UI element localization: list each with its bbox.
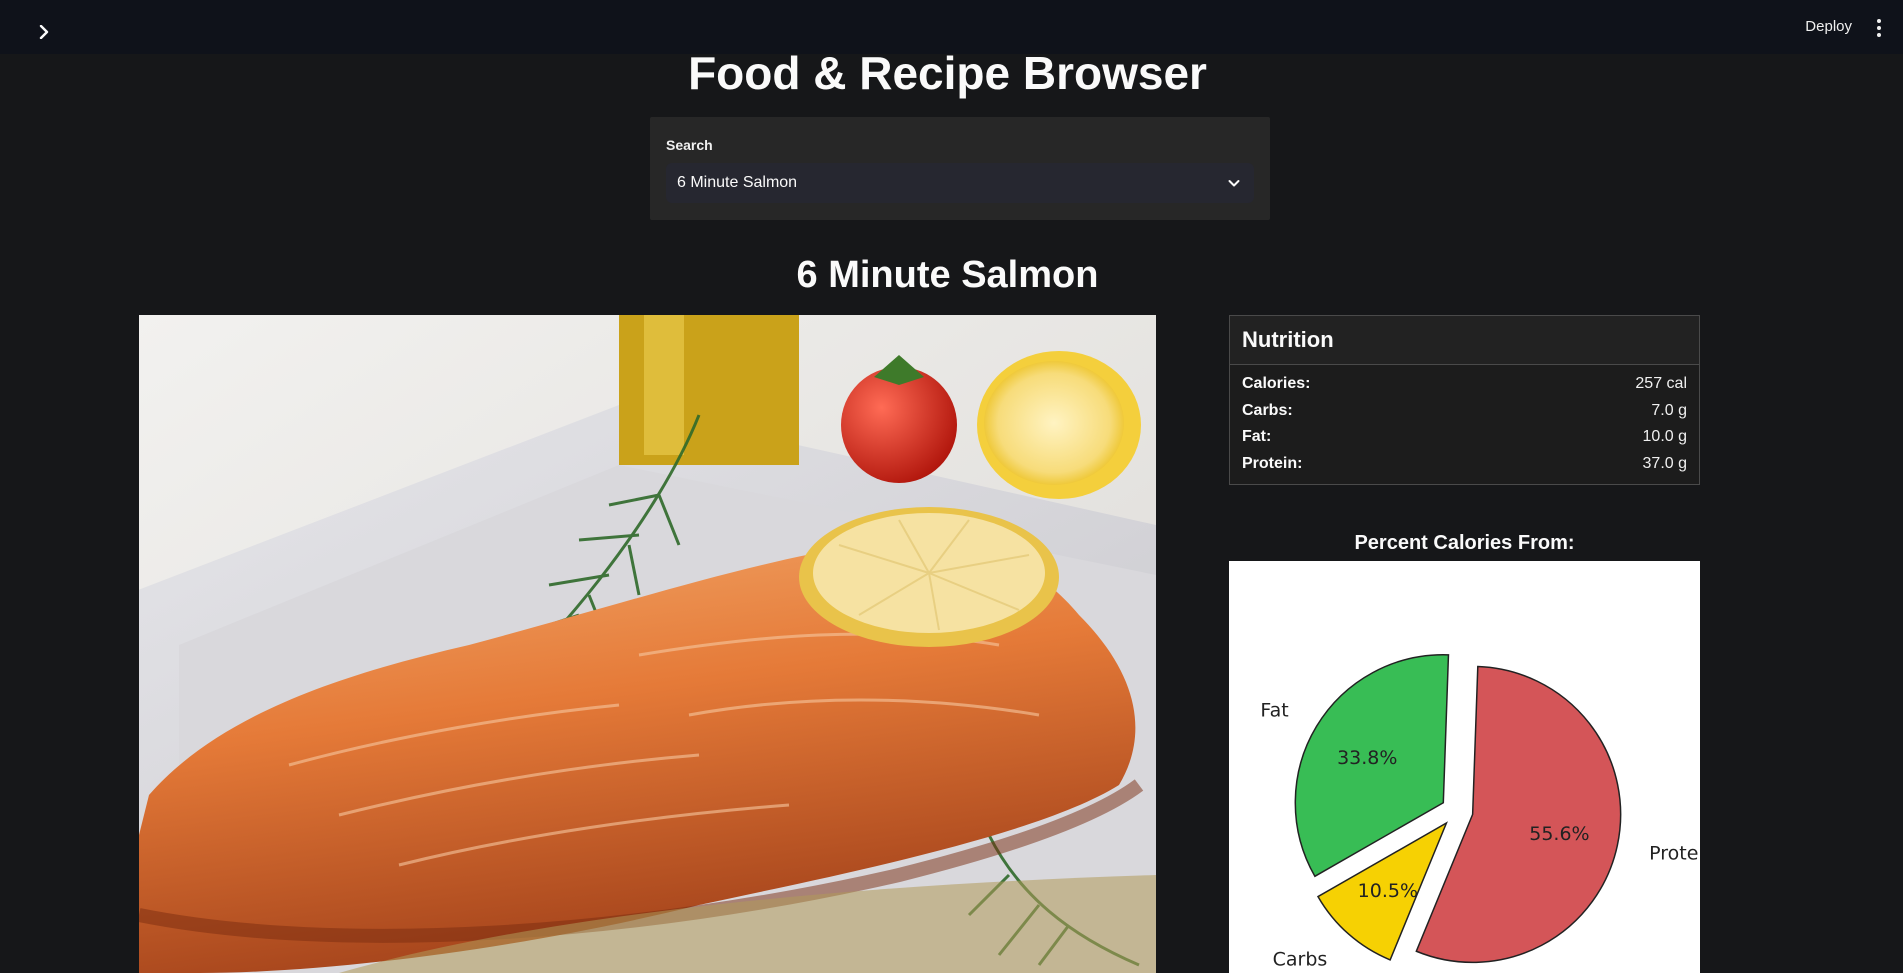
page-title: Food & Recipe Browser [688,47,1207,99]
chevron-down-icon [1228,180,1240,187]
chart-heading: Percent Calories From: [1354,532,1575,554]
nutrition-table: Nutrition Calories: 257 cal Carbs: 7.0 g… [1229,315,1700,485]
nutrition-row-protein: Protein: 37.0 g [1242,451,1687,478]
calorie-pie-chart: 55.6% Protein 10.5% Carbs 33.8% Fat [1229,561,1700,973]
nutrition-value: 10.0 g [1642,428,1687,446]
pie-category-label: Protein [1649,842,1700,864]
pie-percent-label: 10.5% [1358,880,1418,902]
pie-percent-label: 33.8% [1337,747,1397,769]
recipe-photo [139,315,1156,973]
recipe-select[interactable]: 6 Minute Salmon [666,163,1254,203]
nutrition-value: 37.0 g [1642,454,1687,472]
nutrition-row-fat: Fat: 10.0 g [1242,424,1687,451]
pie-category-label: Fat [1260,699,1288,721]
nutrition-row-calories: Calories: 257 cal [1242,371,1687,398]
nutrition-heading: Nutrition [1230,316,1699,365]
chevron-right-icon[interactable] [32,20,56,44]
nutrition-label: Carbs: [1242,401,1293,419]
nutrition-value: 257 cal [1635,375,1687,393]
pie-percent-label: 55.6% [1529,823,1589,845]
nutrition-label: Calories: [1242,375,1311,393]
nutrition-row-carbs: Carbs: 7.0 g [1242,398,1687,425]
recipe-title: 6 Minute Salmon [796,254,1099,296]
select-value: 6 Minute Salmon [677,174,798,191]
nutrition-label: Protein: [1242,454,1303,472]
deploy-button[interactable]: Deploy [1805,18,1852,35]
search-label: Search [666,137,713,153]
nutrition-label: Fat: [1242,428,1272,446]
vertical-dots-icon[interactable] [1871,18,1887,38]
nutrition-value: 7.0 g [1651,401,1687,419]
pie-category-label: Carbs [1273,949,1328,971]
search-panel: Search 6 Minute Salmon [650,117,1270,220]
